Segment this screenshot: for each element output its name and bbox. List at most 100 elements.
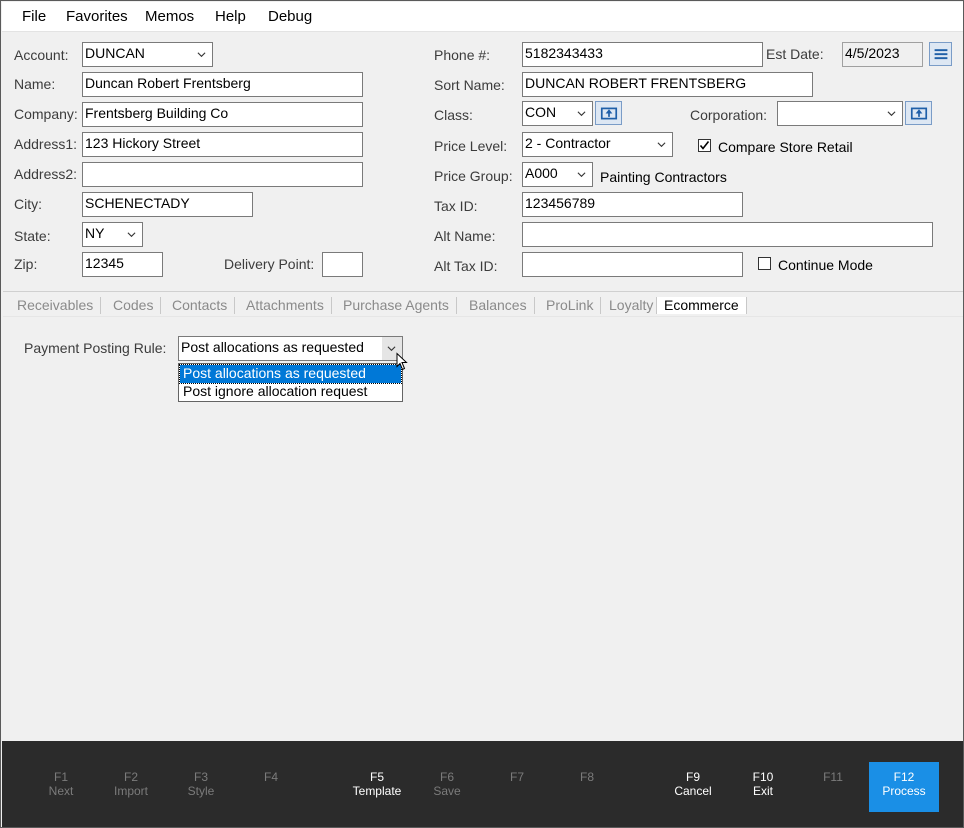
fkey-label: Cancel: [674, 784, 712, 798]
menu-memos[interactable]: Memos: [145, 8, 194, 25]
customer-window: File Favorites Memos Help Debug Account:…: [0, 0, 964, 828]
f7-button[interactable]: F7: [482, 762, 552, 811]
sort-name-input[interactable]: DUNCAN ROBERT FRENTSBERG: [522, 72, 813, 97]
address1-label: Address1:: [14, 136, 78, 152]
chevron-down-icon: [577, 172, 586, 178]
city-input[interactable]: SCHENECTADY: [82, 192, 253, 217]
chevron-down-icon: [197, 52, 206, 58]
f4-button[interactable]: F4: [236, 762, 306, 811]
f3-style-button[interactable]: F3 Style: [166, 762, 236, 811]
tab-prolink[interactable]: ProLink: [539, 297, 602, 314]
account-combo[interactable]: DUNCAN: [82, 42, 213, 67]
menu-debug[interactable]: Debug: [268, 8, 312, 25]
menu-file[interactable]: File: [22, 8, 46, 25]
company-label: Company:: [14, 106, 78, 122]
form-divider: [3, 291, 963, 292]
class-lookup-button[interactable]: [595, 101, 622, 125]
zip-input[interactable]: 12345: [82, 252, 163, 277]
company-input[interactable]: Frentsberg Building Co: [82, 102, 363, 127]
payment-posting-rule-combo[interactable]: Post allocations as requested: [178, 336, 403, 361]
fkey-code: F11: [823, 770, 843, 784]
tab-balances[interactable]: Balances: [462, 297, 535, 314]
option-post-allocations[interactable]: Post allocations as requested: [179, 364, 402, 384]
price-group-label: Price Group:: [434, 168, 513, 184]
fkey-label: Import: [113, 784, 148, 798]
f2-import-button[interactable]: F2 Import: [96, 762, 166, 811]
tab-ecommerce[interactable]: Ecommerce: [656, 297, 747, 314]
tab-contacts[interactable]: Contacts: [165, 297, 236, 314]
account-value: DUNCAN: [85, 45, 145, 61]
fkey-label: Save: [433, 784, 461, 798]
menu-favorites[interactable]: Favorites: [66, 8, 128, 25]
fkey-code: F5: [369, 770, 384, 784]
menu-help[interactable]: Help: [215, 8, 246, 25]
price-level-value: 2 - Contractor: [525, 135, 611, 151]
menu-bar: File Favorites Memos Help Debug: [2, 2, 963, 32]
function-key-bar: F1 Next F2 Import F3 Style F4 F5 Template F6…: [2, 741, 963, 827]
fkey-code: F12: [893, 770, 915, 784]
alt-tax-id-input[interactable]: [522, 252, 743, 277]
address2-input[interactable]: [82, 162, 363, 187]
options-menu-button[interactable]: [929, 42, 952, 66]
class-combo[interactable]: CON: [522, 101, 593, 126]
state-value: NY: [85, 225, 105, 241]
fkey-label: Template: [352, 784, 402, 798]
delivery-point-input[interactable]: [322, 252, 363, 277]
payment-posting-rule-label: Payment Posting Rule:: [24, 340, 167, 356]
f6-save-button[interactable]: F6 Save: [412, 762, 482, 811]
fkey-label: Exit: [752, 784, 773, 798]
lookup-icon: [600, 107, 618, 120]
compare-store-retail-checkbox[interactable]: [698, 139, 711, 152]
ecommerce-panel: [3, 316, 963, 741]
f8-button[interactable]: F8: [552, 762, 622, 811]
phone-input[interactable]: 5182343433: [522, 42, 763, 67]
est-date-field: 4/5/2023: [842, 42, 923, 67]
payment-posting-rule-value: Post allocations as requested: [181, 339, 364, 355]
chevron-down-icon: [577, 111, 586, 117]
tax-id-input[interactable]: 123456789: [522, 192, 743, 217]
delivery-point-label: Delivery Point:: [224, 256, 315, 272]
fkey-code: F3: [193, 770, 208, 784]
fkey-code: F1: [53, 770, 68, 784]
price-level-label: Price Level:: [434, 138, 508, 154]
name-input[interactable]: Duncan Robert Frentsberg: [82, 72, 363, 97]
tab-codes[interactable]: Codes: [106, 297, 162, 314]
corporation-combo[interactable]: [777, 101, 903, 126]
f12-process-button[interactable]: F12 Process: [869, 762, 939, 812]
fkey-code: F10: [752, 770, 774, 784]
fkey-code: F7: [509, 770, 524, 784]
f11-button[interactable]: F11: [798, 762, 868, 811]
f10-exit-button[interactable]: F10 Exit: [728, 762, 798, 811]
city-label: City:: [14, 196, 42, 212]
corporation-label: Corporation:: [690, 107, 768, 123]
sort-name-label: Sort Name:: [434, 77, 505, 93]
tab-purchase-agents[interactable]: Purchase Agents: [336, 297, 457, 314]
f5-template-button[interactable]: F5 Template: [342, 762, 412, 811]
address1-input[interactable]: 123 Hickory Street: [82, 132, 363, 157]
account-label: Account:: [14, 47, 69, 63]
f1-next-button[interactable]: F1 Next: [26, 762, 96, 811]
fkey-code: F6: [439, 770, 454, 784]
price-group-combo[interactable]: A000: [522, 162, 593, 187]
state-combo[interactable]: NY: [82, 222, 143, 247]
compare-store-retail-label[interactable]: Compare Store Retail: [718, 139, 853, 155]
alt-name-input[interactable]: [522, 222, 933, 247]
tab-receivables[interactable]: Receivables: [10, 297, 102, 314]
price-level-combo[interactable]: 2 - Contractor: [522, 132, 673, 157]
chevron-down-icon: [657, 142, 666, 148]
alt-name-label: Alt Name:: [434, 228, 496, 244]
option-post-ignore-allocation[interactable]: Post ignore allocation request: [180, 383, 401, 401]
hamburger-icon: [934, 49, 948, 60]
continue-mode-checkbox[interactable]: [758, 257, 771, 270]
price-group-value: A000: [525, 165, 558, 181]
lookup-icon: [910, 107, 928, 120]
f9-cancel-button[interactable]: F9 Cancel: [658, 762, 728, 811]
corporation-lookup-button[interactable]: [905, 101, 932, 125]
phone-label: Phone #:: [434, 47, 491, 63]
tab-attachments[interactable]: Attachments: [239, 297, 332, 314]
tab-loyalty[interactable]: Loyalty: [602, 297, 662, 314]
fkey-label: Next: [48, 784, 74, 798]
continue-mode-label[interactable]: Continue Mode: [778, 257, 873, 273]
est-date-label: Est Date:: [766, 46, 824, 62]
class-label: Class:: [434, 107, 473, 123]
